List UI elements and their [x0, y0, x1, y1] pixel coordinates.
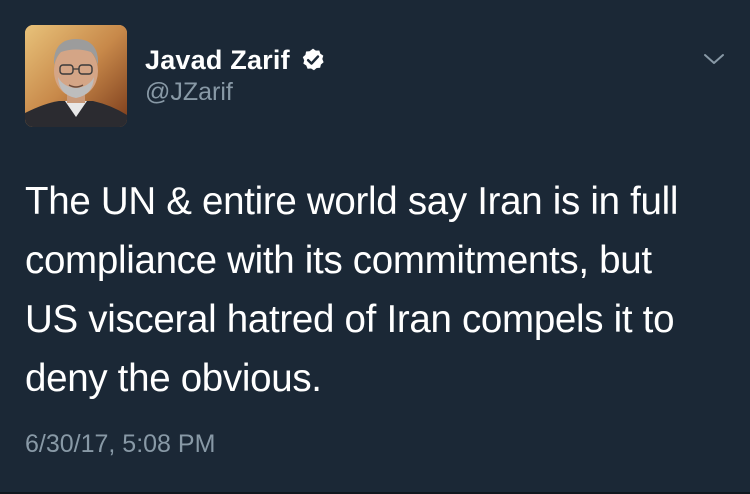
display-name[interactable]: Javad Zarif	[145, 45, 290, 76]
tweet-text-line: compliance with its commitments, but	[25, 239, 652, 282]
user-handle[interactable]: @JZarif	[145, 78, 233, 107]
tweet-text-line: deny the obvious.	[25, 357, 322, 400]
avatar-photo	[25, 25, 127, 127]
tweet-text-line: US visceral hatred of Iran compels it to	[25, 298, 675, 341]
display-name-row: Javad Zarif	[145, 42, 326, 78]
tweet-timestamp[interactable]: 6/30/17, 5:08 PM	[25, 430, 215, 459]
chevron-down-icon[interactable]	[702, 50, 726, 68]
avatar[interactable]	[25, 25, 127, 127]
verified-badge-icon	[300, 47, 326, 73]
tweet-text: The UN & entire world say Iran is in ful…	[25, 172, 715, 408]
tweet-card: Javad Zarif @JZarif The UN & entire worl…	[0, 0, 750, 494]
tweet-text-line: The UN & entire world say Iran is in ful…	[25, 180, 679, 223]
